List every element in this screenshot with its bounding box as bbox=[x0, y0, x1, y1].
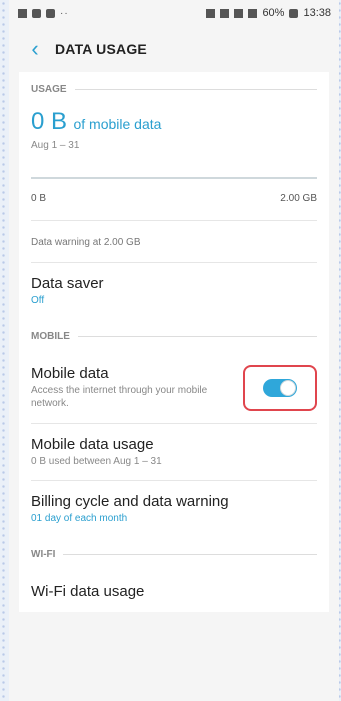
usage-date-range: Aug 1 – 31 bbox=[31, 140, 80, 151]
data-saver-state: Off bbox=[31, 295, 45, 306]
data-saver-icon bbox=[234, 8, 244, 18]
billing-cycle-item[interactable]: Billing cycle and data warning 01 day of… bbox=[19, 481, 329, 537]
billing-cycle-title: Billing cycle and data warning bbox=[31, 493, 229, 510]
battery-percent: 60% bbox=[262, 7, 285, 19]
navigation-icon bbox=[18, 8, 27, 18]
mobile-data-subtitle: Access the internet through your mobile … bbox=[31, 385, 208, 409]
mobile-data-item[interactable]: Mobile data Access the internet through … bbox=[19, 353, 329, 423]
phone-screen: ·· 60% 13:38 ‹ DATA USAGE USAGE 0 B of m… bbox=[9, 0, 339, 701]
section-header-usage: USAGE bbox=[19, 72, 329, 106]
mobile-data-title: Mobile data bbox=[31, 365, 109, 382]
divider bbox=[74, 88, 317, 90]
usage-bar-max: 2.00 GB bbox=[280, 193, 317, 204]
mobile-data-usage-title: Mobile data usage bbox=[31, 436, 154, 453]
signal-icon bbox=[248, 8, 258, 18]
clock: 13:38 bbox=[303, 7, 331, 19]
battery-icon bbox=[289, 8, 299, 18]
mobile-data-toggle[interactable] bbox=[263, 379, 297, 397]
wifi-data-usage-item[interactable]: Wi-Fi data usage bbox=[19, 571, 329, 612]
message-icon bbox=[32, 8, 41, 18]
usage-suffix: of mobile data bbox=[73, 116, 162, 132]
data-saver-title: Data saver bbox=[31, 275, 104, 292]
mobile-data-usage-subtitle: 0 B used between Aug 1 – 31 bbox=[31, 456, 162, 467]
image-icon bbox=[46, 8, 55, 18]
usage-value: 0 B bbox=[31, 108, 68, 135]
toggle-knob bbox=[280, 380, 296, 396]
usage-bar-min: 0 B bbox=[31, 193, 47, 204]
usage-amount: 0 B of mobile data bbox=[19, 106, 329, 136]
more-notifications-icon: ·· bbox=[60, 7, 69, 19]
wifi-data-usage-title: Wi-Fi data usage bbox=[31, 583, 145, 600]
divider bbox=[77, 335, 317, 337]
section-header-mobile: MOBILE bbox=[19, 319, 329, 353]
data-saver-item[interactable]: Data saver Off bbox=[19, 263, 329, 319]
bluetooth-icon bbox=[206, 8, 216, 18]
mute-icon bbox=[220, 8, 230, 18]
usage-bar-labels: 0 B 2.00 GB bbox=[19, 179, 329, 204]
app-bar: ‹ DATA USAGE bbox=[9, 26, 339, 72]
section-header-wifi: WI-FI bbox=[19, 537, 329, 571]
settings-card: USAGE 0 B of mobile data Aug 1 – 31 0 B … bbox=[19, 72, 329, 612]
mobile-data-usage-item[interactable]: Mobile data usage 0 B used between Aug 1… bbox=[19, 424, 329, 480]
billing-cycle-subtitle: 01 day of each month bbox=[31, 513, 128, 524]
status-bar: ·· 60% 13:38 bbox=[9, 0, 339, 26]
highlight-box bbox=[243, 365, 317, 411]
divider bbox=[63, 553, 317, 555]
chevron-left-icon[interactable]: ‹ bbox=[21, 35, 49, 63]
page-title: DATA USAGE bbox=[55, 41, 147, 57]
data-warning-text: Data warning at 2.00 GB bbox=[31, 237, 141, 248]
